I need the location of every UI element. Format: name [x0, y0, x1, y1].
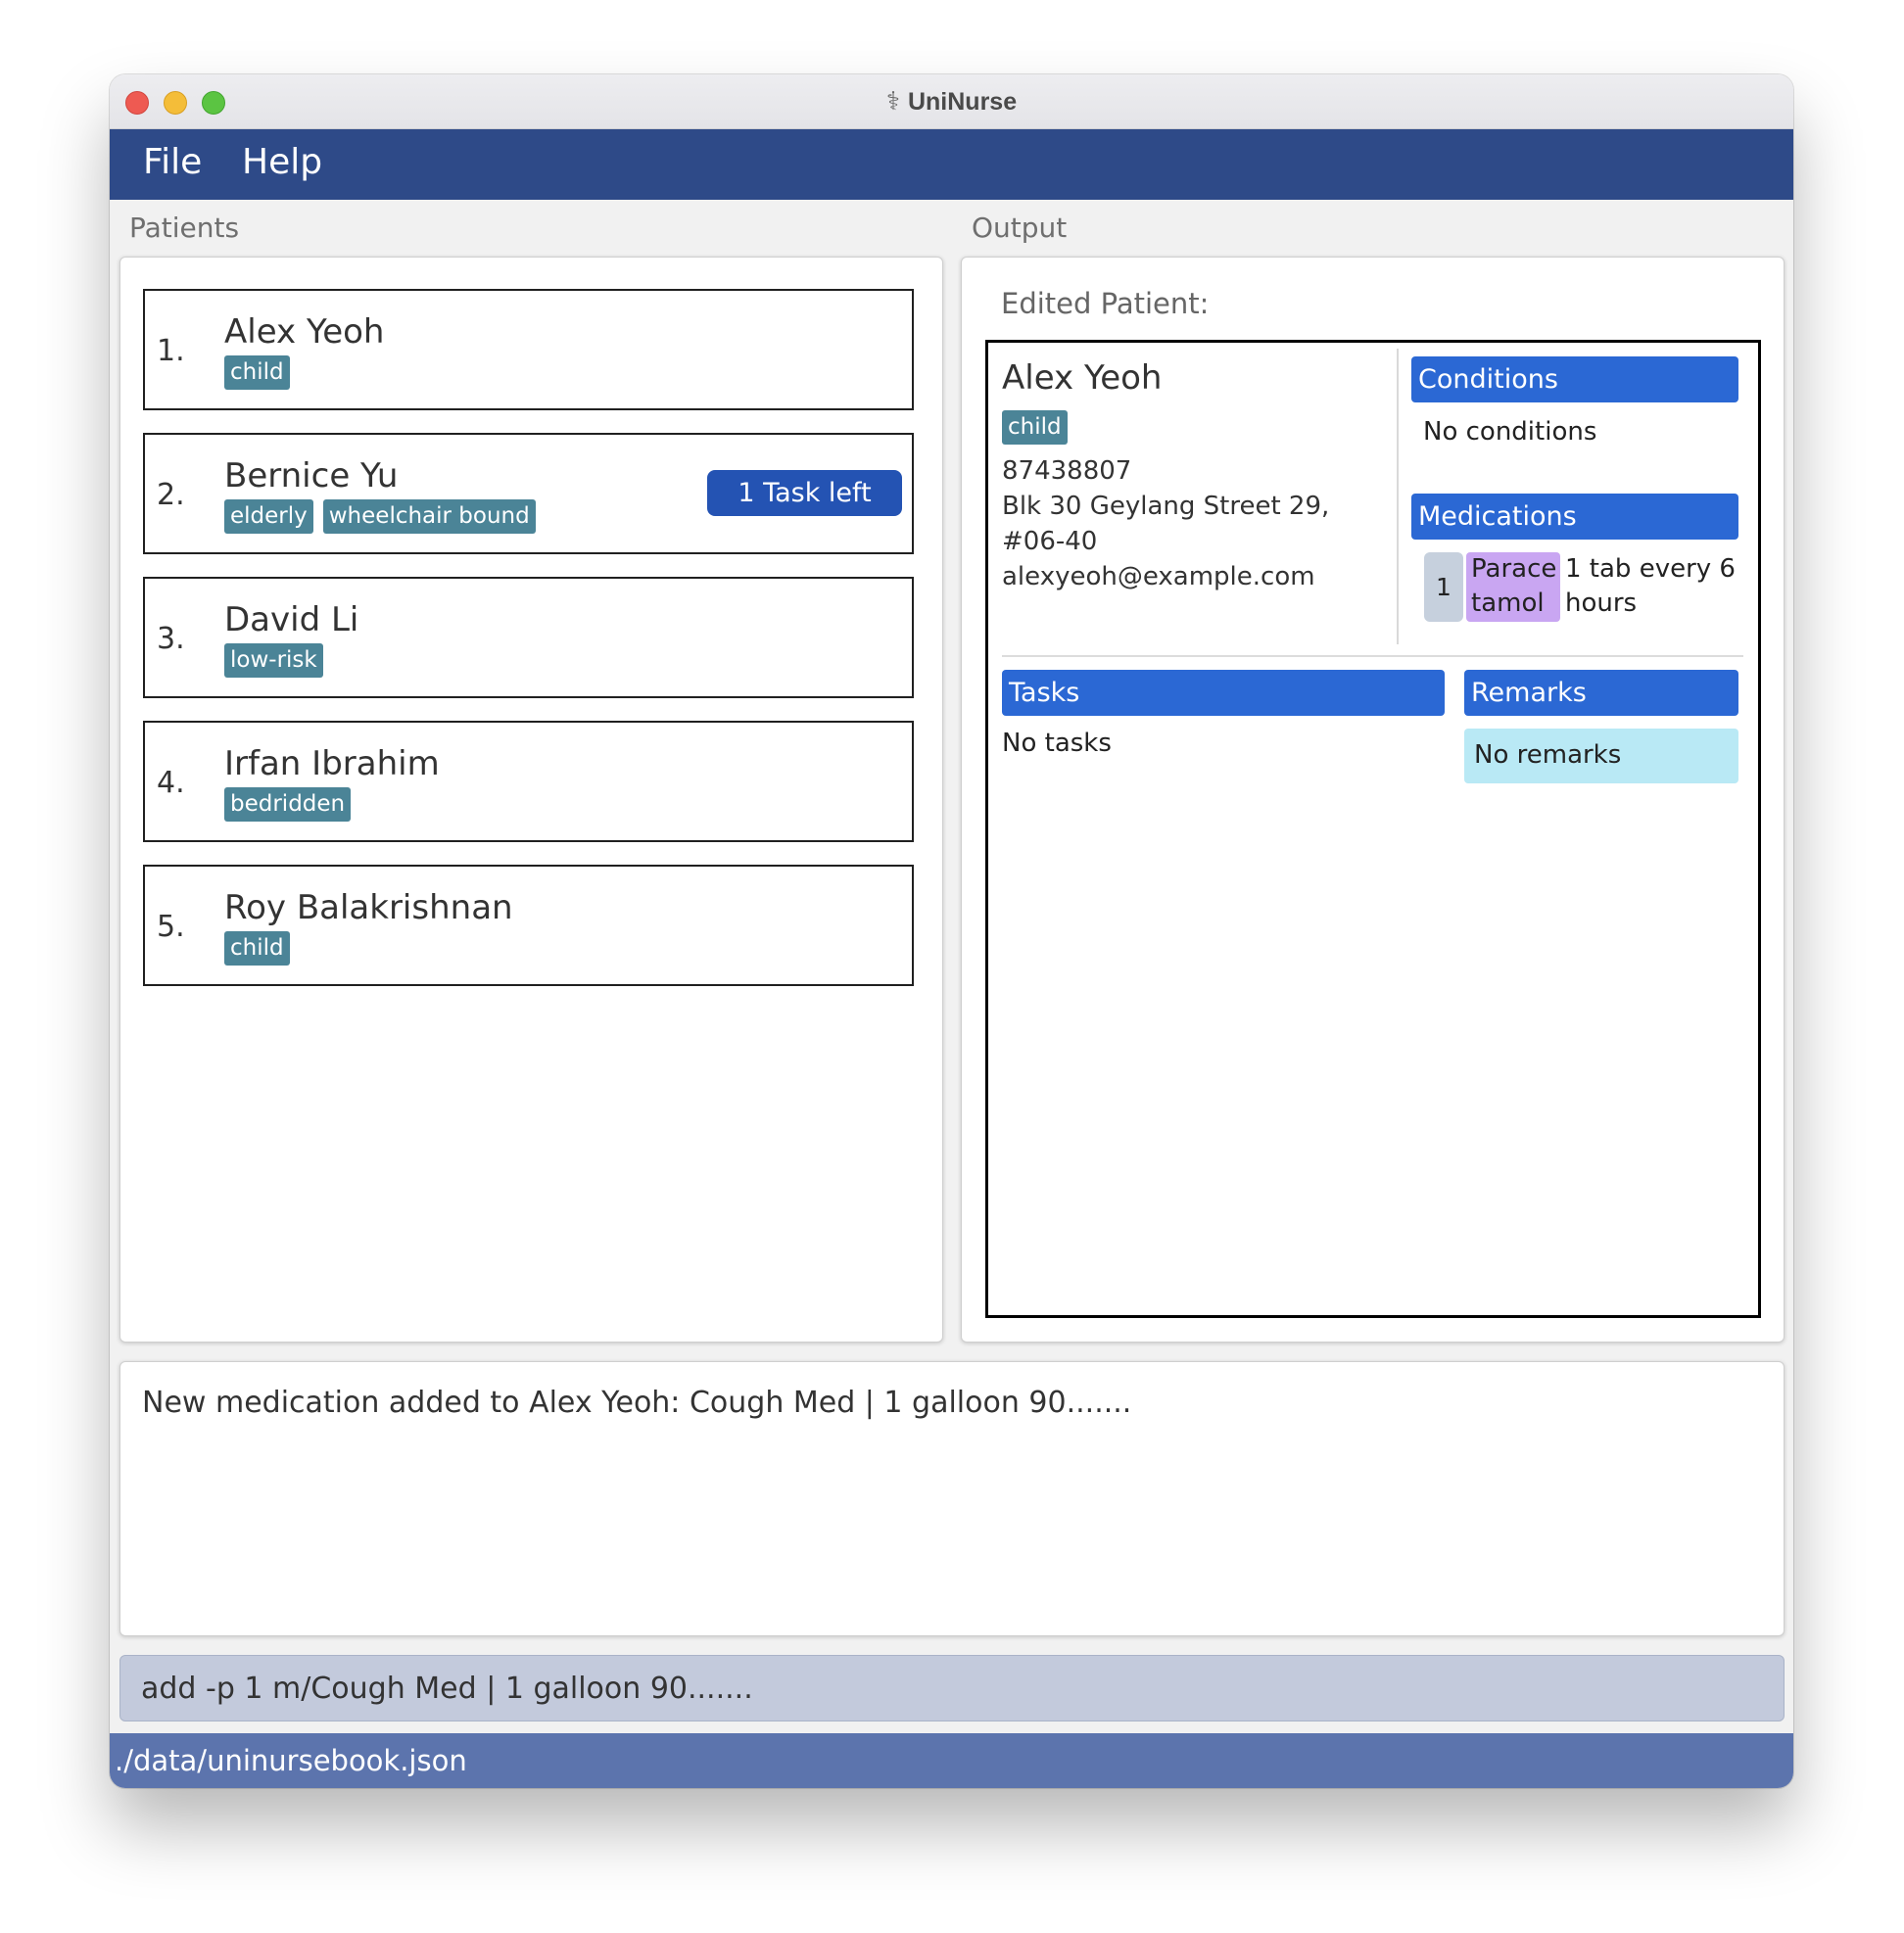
patient-tag: elderly: [224, 499, 313, 534]
vertical-divider: [1397, 349, 1399, 644]
patient-name: Roy Balakrishnan: [224, 888, 513, 927]
detail-email: alexyeoh@example.com: [1002, 562, 1315, 591]
patient-tags: child: [224, 931, 290, 966]
patient-name: Irfan Ibrahim: [224, 744, 440, 783]
window-title-text: UniNurse: [907, 88, 1018, 116]
conditions-text: No conditions: [1423, 417, 1597, 447]
tasks-left-badge: 1 Task left: [707, 470, 902, 516]
medication-dosage-line1: 1 tab every 6: [1565, 554, 1736, 584]
result-message: New medication added to Alex Yeoh: Cough…: [142, 1386, 1132, 1420]
title-bar: ⚕ UniNurse: [110, 74, 1793, 129]
conditions-header: Conditions: [1411, 356, 1738, 402]
patient-tags: elderly wheelchair bound: [224, 499, 536, 534]
patient-tags: bedridden: [224, 787, 352, 822]
patient-tag: low-risk: [224, 643, 323, 678]
output-panel: Edited Patient: Alex Yeoh child 87438807…: [961, 257, 1785, 1343]
app-window: ⚕ UniNurse File Help Patients Output 1. A…: [110, 74, 1793, 1788]
window-title: ⚕ UniNurse: [110, 86, 1793, 117]
tasks-header: Tasks: [1002, 670, 1445, 716]
medication-dosage: 1 tab every 6 hours: [1565, 552, 1741, 621]
patient-card[interactable]: 1. Alex Yeoh child: [143, 289, 914, 410]
patient-card[interactable]: 2. Bernice Yu elderly wheelchair bound 1…: [143, 433, 914, 554]
status-bar: ./data/uninursebook.json: [110, 1733, 1793, 1788]
patient-tag: child: [224, 931, 290, 966]
detail-address-line2: #06-40: [1002, 527, 1098, 556]
patient-name: David Li: [224, 600, 359, 639]
patient-index: 2.: [157, 478, 185, 512]
detail-phone: 87438807: [1002, 456, 1132, 486]
patient-tag: child: [224, 355, 290, 390]
patient-index: 1.: [157, 334, 185, 368]
remarks-text: No remarks: [1464, 729, 1738, 783]
patient-card[interactable]: 3. David Li low-risk: [143, 577, 914, 698]
medication-name-line2: tamol: [1471, 589, 1545, 618]
patient-list-panel[interactable]: 1. Alex Yeoh child 2. Bernice Yu elderly…: [119, 257, 943, 1343]
menu-bar: File Help: [110, 129, 1793, 200]
medication-dosage-line2: hours: [1565, 589, 1638, 618]
medication-name-line1: Parace: [1471, 554, 1557, 584]
caduceus-icon: ⚕: [885, 86, 900, 116]
patient-tag: bedridden: [224, 787, 352, 822]
detail-patient-name: Alex Yeoh: [1002, 358, 1163, 398]
medications-header: Medications: [1411, 494, 1738, 540]
remarks-header: Remarks: [1464, 670, 1738, 716]
medication-index: 1: [1424, 552, 1463, 622]
patient-detail-card: Alex Yeoh child 87438807 Blk 30 Geylang …: [985, 340, 1761, 1318]
data-file-path: ./data/uninursebook.json: [115, 1744, 467, 1777]
patient-name: Bernice Yu: [224, 456, 399, 495]
output-label: Output: [972, 212, 1068, 244]
tasks-text: No tasks: [1002, 729, 1112, 758]
command-input[interactable]: [120, 1656, 1784, 1721]
horizontal-divider: [1002, 655, 1743, 657]
patient-tags: child: [224, 355, 290, 390]
patient-index: 3.: [157, 622, 185, 656]
medication-name: Parace tamol: [1466, 552, 1560, 622]
patients-label: Patients: [129, 212, 240, 244]
patient-tags: low-risk: [224, 643, 323, 678]
menu-help[interactable]: Help: [242, 142, 322, 182]
patient-tag: wheelchair bound: [322, 499, 536, 534]
patient-index: 4.: [157, 766, 185, 800]
detail-contact-info: 87438807 Blk 30 Geylang Street 29, #06-4…: [1002, 453, 1329, 594]
patient-card[interactable]: 5. Roy Balakrishnan child: [143, 865, 914, 986]
menu-file[interactable]: File: [143, 142, 202, 182]
detail-address-line1: Blk 30 Geylang Street 29,: [1002, 492, 1330, 521]
patient-name: Alex Yeoh: [224, 312, 385, 352]
output-header: Edited Patient:: [1001, 287, 1210, 320]
result-display[interactable]: New medication added to Alex Yeoh: Cough…: [119, 1361, 1785, 1636]
patient-index: 5.: [157, 910, 185, 944]
patient-card[interactable]: 4. Irfan Ibrahim bedridden: [143, 721, 914, 842]
detail-patient-tag: child: [1002, 410, 1068, 445]
command-box[interactable]: [119, 1655, 1785, 1721]
